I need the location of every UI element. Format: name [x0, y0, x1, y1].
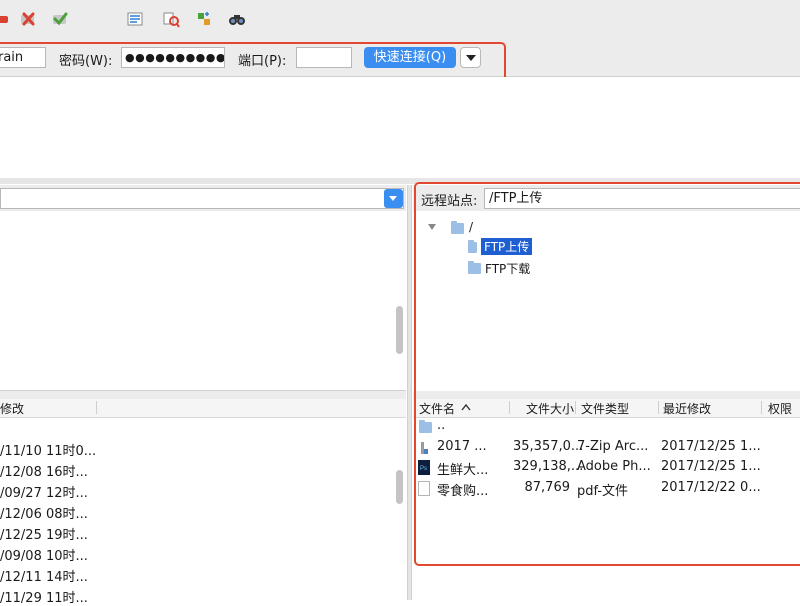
sync-browse-icon[interactable]	[195, 10, 213, 28]
pane-vertical-divider[interactable]	[407, 185, 412, 600]
highlight-outline-remote	[414, 182, 800, 566]
reconnect-icon[interactable]	[51, 10, 69, 28]
column-separator	[96, 401, 97, 414]
local-row-modified[interactable]: /12/25 19时...	[0, 524, 88, 543]
highlight-outline-quickconnect	[0, 42, 506, 82]
local-row-modified[interactable]: /09/08 10时...	[0, 545, 88, 564]
cancel-icon[interactable]	[19, 10, 37, 28]
local-file-list-header: 修改	[0, 399, 406, 418]
disconnect-icon[interactable]	[0, 10, 12, 28]
search-icon[interactable]	[228, 10, 246, 28]
filter-icon[interactable]	[126, 10, 144, 28]
local-path-dropdown-icon[interactable]	[384, 189, 403, 208]
local-row-modified[interactable]: /12/11 14时...	[0, 566, 88, 585]
message-log[interactable]	[0, 77, 800, 179]
local-row-modified[interactable]: /11/10 11时0...	[0, 440, 96, 459]
local-row-modified[interactable]: /12/06 08时...	[0, 503, 88, 522]
toolbar	[0, 0, 800, 41]
local-tree-scrollbar[interactable]	[396, 306, 403, 354]
local-col-modified[interactable]: 修改	[0, 400, 24, 417]
compare-icon[interactable]	[162, 10, 180, 28]
local-directory-tree[interactable]	[0, 212, 406, 391]
local-list-scrollbar[interactable]	[396, 470, 403, 504]
local-row-modified[interactable]: /09/27 12时...	[0, 482, 88, 501]
local-path-input[interactable]	[0, 188, 404, 209]
local-splitter[interactable]	[0, 391, 406, 399]
local-row-modified[interactable]: /11/29 11时...	[0, 587, 88, 606]
local-row-modified[interactable]: /12/08 16时...	[0, 461, 88, 480]
